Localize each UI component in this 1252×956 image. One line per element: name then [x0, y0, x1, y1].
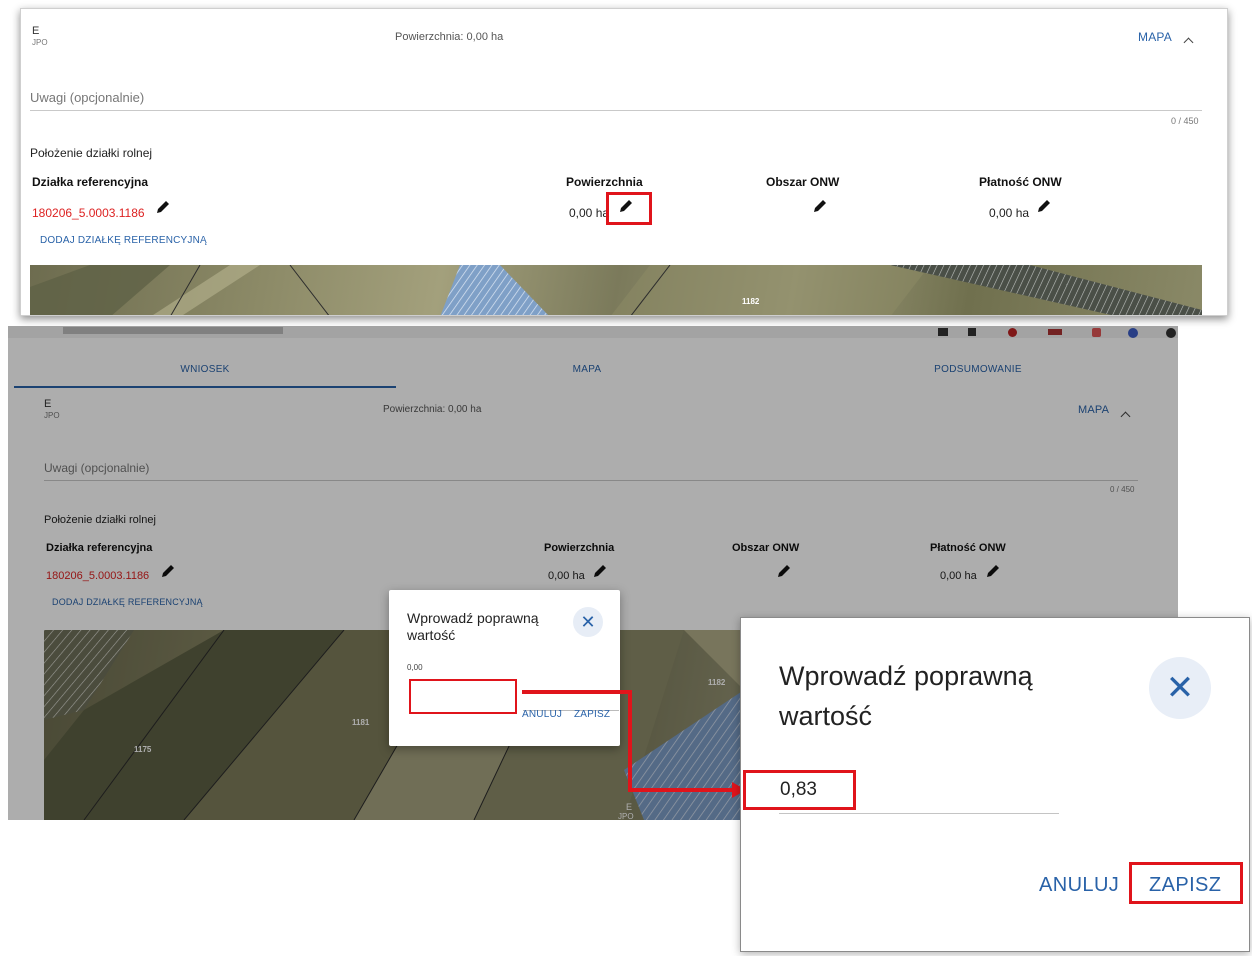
close-icon[interactable]: ✕: [1149, 657, 1211, 719]
dialog-title: Wprowadź poprawną wartość: [407, 610, 539, 643]
payment-value: 0,00 ha: [989, 206, 1030, 220]
value-input[interactable]: [409, 679, 517, 714]
section-title: Położenie działki rolnej: [30, 146, 153, 160]
edit-ref-parcel-pencil-icon[interactable]: [155, 199, 171, 215]
notes-field[interactable]: Uwagi (opcjonalnie): [30, 90, 144, 105]
dialog-title: Wprowadź poprawną wartość: [779, 661, 1033, 731]
cancel-button[interactable]: ANULUJ: [1039, 874, 1119, 897]
notes-underline: [30, 110, 1202, 111]
col-ref-parcel: Działka referencyjna: [32, 175, 149, 189]
col-onw-area: Obszar ONW: [766, 175, 840, 189]
area-value: 0,00 ha: [569, 206, 610, 220]
highlight-edit-area: [606, 192, 652, 225]
edit-value-dialog-zoomed: Wprowadź poprawną wartość ✕ 0,83 ANULUJ …: [740, 617, 1250, 952]
dialog-current-value: 0,00: [407, 663, 423, 672]
map-label-1182: 1182: [742, 297, 760, 306]
collapse-chevron-icon[interactable]: [1183, 33, 1194, 51]
callout-arrow: [522, 690, 746, 798]
input-underline: [779, 813, 1059, 814]
edit-onw-area-pencil-icon[interactable]: [812, 198, 828, 214]
area-summary: Powierzchnia: 0,00 ha: [395, 31, 504, 43]
value-input[interactable]: 0,83: [743, 770, 856, 810]
add-ref-parcel-link[interactable]: DODAJ DZIAŁKĘ REFERENCYJNĄ: [40, 235, 207, 246]
save-button[interactable]: ZAPISZ: [1149, 874, 1221, 897]
top-screenshot-panel: E JPO Powierzchnia: 0,00 ha MAPA Uwagi (…: [20, 8, 1228, 316]
parcel-code: E: [32, 25, 40, 37]
edit-payment-pencil-icon[interactable]: [1036, 198, 1052, 214]
col-onw-payment: Płatność ONW: [979, 175, 1062, 189]
map-link[interactable]: MAPA: [1138, 30, 1172, 44]
col-area: Powierzchnia: [566, 175, 643, 189]
notes-counter: 0 / 450: [1171, 116, 1199, 126]
map-aerial-strip[interactable]: 1182: [30, 265, 1202, 315]
ref-parcel-value: 180206_5.0003.1186: [32, 206, 145, 220]
parcel-subcode: JPO: [32, 38, 48, 47]
close-icon[interactable]: ✕: [573, 607, 603, 637]
